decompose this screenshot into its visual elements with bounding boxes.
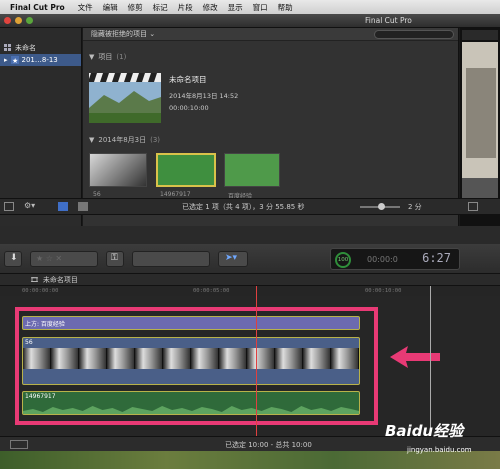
skimmer-line	[430, 286, 431, 436]
list-view-icon[interactable]	[78, 202, 88, 211]
timecode-display[interactable]: 100 00:00:0 6:27	[330, 248, 460, 270]
keyword-button[interactable]: ⚿	[106, 251, 124, 267]
import-button[interactable]: ⬇	[4, 251, 22, 267]
section-title: 项目	[98, 53, 113, 61]
project-duration: 00:00:10:00	[169, 104, 209, 112]
rating-button-group[interactable]: ★ ☆ ✕	[30, 251, 98, 267]
download-arrow-icon: ⬇	[10, 253, 18, 263]
watermark-url: jingyan.baidu.com	[407, 446, 472, 454]
clip-label: 56	[93, 191, 101, 198]
timeline-index-button[interactable]	[10, 440, 28, 449]
watermark-logo: Baidu经验	[385, 422, 464, 440]
main-toolbar: ⬇ ★ ☆ ✕ ⚿ ➤▾ 100 00:00:0 6:27	[0, 244, 500, 274]
svg-text:★: ★	[12, 57, 18, 64]
clip-thumbnail-56[interactable]	[89, 153, 147, 187]
annotation-arrow-icon	[390, 346, 440, 368]
project-date: 2014年8月13日 14:52	[169, 92, 239, 100]
zoom-icon[interactable]	[26, 17, 33, 24]
browser-selection-status: 已选定 1 项（共 4 项），3 分 55.85 秒	[182, 203, 305, 211]
window-title: Final Cut Pro	[365, 16, 412, 25]
filter-dropdown[interactable]: 隐藏被拒绝的项目 ⌄	[91, 29, 155, 39]
menu-file[interactable]: 文件	[73, 2, 98, 13]
menu-window[interactable]: 窗口	[248, 2, 273, 13]
browser-footer: ⚙▾ 已选定 1 项（共 4 项），3 分 55.85 秒 2 分	[0, 198, 500, 215]
menu-edit[interactable]: 编辑	[98, 2, 123, 13]
library-toggle-icon[interactable]	[4, 202, 14, 211]
disclosure-down-icon[interactable]: ▼	[89, 53, 94, 61]
clip-thumbnail-baidu[interactable]	[224, 153, 280, 187]
menu-view[interactable]: 显示	[223, 2, 248, 13]
watermark: Baidu经验 jingyan.baidu.com	[385, 420, 495, 460]
fullscreen-icon[interactable]	[468, 202, 478, 211]
viewer-panel	[460, 28, 500, 226]
menu-clip[interactable]: 片段	[173, 2, 198, 13]
window-titlebar: Final Cut Pro	[0, 14, 500, 28]
menu-bar: Final Cut Pro 文件 编辑 修剪 标记 片段 修改 显示 窗口 帮助	[0, 0, 500, 14]
library-item-label: 未命名	[15, 44, 36, 52]
clip-label: 14967917	[160, 191, 191, 198]
timecode-prefix: 00:00:0	[367, 255, 398, 264]
arrow-cursor-icon: ➤▾	[225, 253, 238, 263]
ruler-tick-label: 00:00:05:00	[193, 288, 230, 294]
close-icon[interactable]	[4, 17, 11, 24]
event-browser: 隐藏被拒绝的项目 ⌄ ▼ 项目 (1) 未命名项目 2014年8月13日 14:…	[83, 28, 459, 226]
gear-icon[interactable]: ⚙▾	[24, 201, 35, 210]
edit-mode-buttons[interactable]	[132, 251, 210, 267]
background-task-indicator[interactable]: 100	[335, 252, 351, 268]
zoom-slider-knob[interactable]	[378, 203, 385, 210]
window-controls	[4, 17, 33, 24]
projects-section-header[interactable]: ▼ 项目 (1)	[83, 51, 458, 63]
search-input[interactable]	[374, 30, 454, 39]
timecode-value: 6:27	[422, 251, 451, 265]
menu-trim[interactable]: 修剪	[123, 2, 148, 13]
clip-thumbnail-14967917[interactable]	[156, 153, 216, 187]
key-icon: ⚿	[111, 253, 118, 263]
panel-divider	[0, 226, 500, 244]
ruler-tick-label: 00:00:00:00	[22, 288, 59, 294]
project-thumbnail[interactable]	[88, 73, 161, 123]
annotation-highlight-box	[15, 307, 378, 425]
section-count: (1)	[116, 53, 127, 61]
project-name: 未命名项目	[169, 75, 207, 84]
project-film-icon: 🎞	[30, 275, 39, 284]
browser-filter-bar: 隐藏被拒绝的项目 ⌄	[83, 28, 458, 41]
disclosure-down-icon[interactable]: ▼	[89, 136, 94, 144]
menu-help[interactable]: 帮助	[273, 2, 298, 13]
section-count: (3)	[150, 136, 161, 144]
menu-mark[interactable]: 标记	[148, 2, 173, 13]
star-event-icon: ★	[10, 56, 19, 65]
date-section-header[interactable]: ▼ 2014年8月3日 (3)	[83, 134, 160, 146]
minimize-icon[interactable]	[15, 17, 22, 24]
playhead[interactable]	[256, 286, 257, 436]
timeline-header: 🎞 未命名项目	[0, 274, 500, 286]
menu-modify[interactable]: 修改	[198, 2, 223, 13]
library-item-root[interactable]: 未命名	[0, 42, 81, 54]
library-item-event[interactable]: ▸ ★ 201…8-13	[0, 54, 81, 66]
filmstrip-view-icon[interactable]	[58, 202, 68, 211]
event-library: 未命名 ▸ ★ 201…8-13	[0, 28, 82, 226]
project-info: 未命名项目 2014年8月13日 14:52 00:00:10:00	[169, 74, 238, 114]
ruler-tick-label: 00:00:10:00	[365, 288, 402, 294]
zoom-label: 2 分	[408, 203, 422, 211]
app-menu[interactable]: Final Cut Pro	[0, 3, 73, 12]
section-title: 2014年8月3日	[98, 136, 147, 144]
disclosure-triangle-icon[interactable]: ▸	[4, 56, 8, 64]
library-item-label: 201…8-13	[21, 56, 58, 64]
timeline-ruler[interactable]: 00:00:00:00 00:00:05:00 00:00:10:00	[0, 286, 500, 296]
library-grid-icon	[4, 44, 12, 52]
timeline-project-name: 未命名项目	[42, 275, 78, 284]
star-icons: ★ ☆ ✕	[36, 254, 63, 263]
tool-select-button[interactable]: ➤▾	[218, 251, 248, 267]
timeline-status-text: 已选定 10:00 - 总共 10:00	[225, 441, 312, 449]
